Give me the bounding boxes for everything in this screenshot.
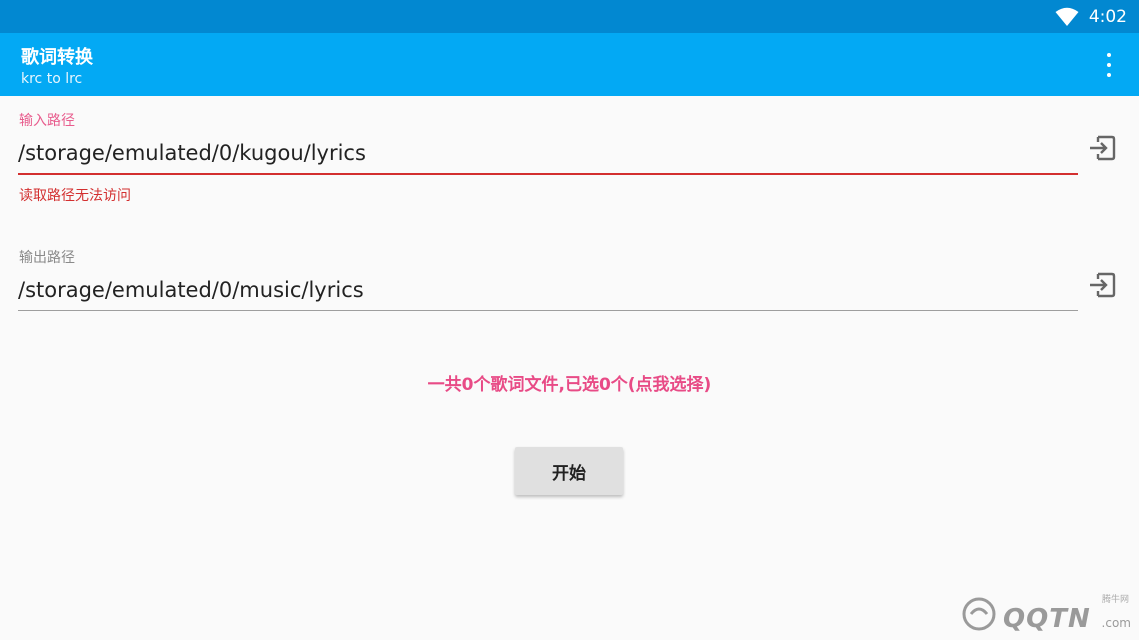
input-path-field[interactable]: /storage/emulated/0/kugou/lyrics <box>18 141 1078 175</box>
folder-open-icon[interactable] <box>1087 270 1117 300</box>
folder-open-icon[interactable] <box>1087 133 1117 163</box>
more-vert-icon[interactable] <box>1099 53 1119 77</box>
status-time: 4:02 <box>1088 6 1127 27</box>
input-path-label: 输入路径 <box>19 113 75 129</box>
input-path-error: 读取路径无法访问 <box>19 188 131 204</box>
app-title: 歌词转换 <box>21 47 93 68</box>
watermark-text: QQTN <box>1003 604 1091 634</box>
start-button[interactable]: 开始 <box>515 447 623 495</box>
output-path-label: 输出路径 <box>19 250 75 266</box>
watermark-logo-icon <box>962 597 996 631</box>
status-bar: 4:02 <box>0 0 1139 33</box>
watermark-suffix: .com <box>1101 616 1131 630</box>
output-path-field[interactable]: /storage/emulated/0/music/lyrics <box>18 278 1078 311</box>
wifi-icon <box>1055 7 1079 26</box>
app-subtitle: krc to lrc <box>21 71 83 87</box>
watermark: QQTN .com 腾牛网 <box>961 592 1131 634</box>
app-bar: 歌词转换 krc to lrc <box>0 33 1139 96</box>
file-selection-summary[interactable]: 一共0个歌词文件,已选0个(点我选择) <box>0 370 1139 395</box>
watermark-cn: 腾牛网 <box>1101 595 1129 605</box>
